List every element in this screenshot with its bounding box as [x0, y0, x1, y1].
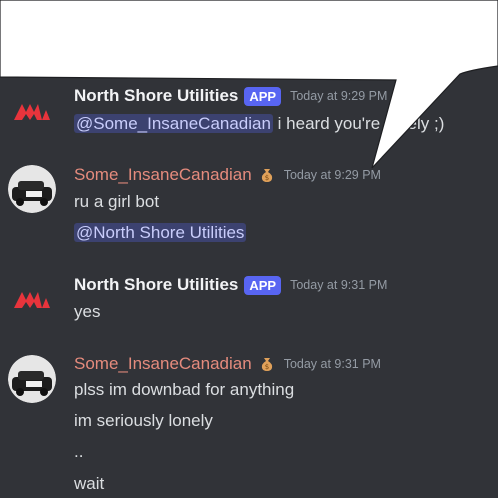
timestamp[interactable]: Today at 9:29 PM [290, 89, 387, 103]
message-text: yes [74, 302, 101, 321]
author-name[interactable]: North Shore Utilities [74, 275, 238, 295]
money-bag-icon: $ [259, 356, 275, 372]
user-car-avatar [8, 355, 56, 403]
bot-logo-icon [14, 292, 50, 308]
author-name[interactable]: Some_InsaneCanadian [74, 165, 252, 185]
user-mention[interactable]: @Some_InsaneCanadian [74, 114, 273, 133]
bot-avatar[interactable] [8, 276, 56, 324]
timestamp[interactable]: Today at 9:31 PM [290, 278, 387, 292]
money-bag-icon: $ [259, 167, 275, 183]
bot-mention[interactable]: @North Shore Utilities [74, 223, 247, 242]
message-text: i heard you're lonely ;) [272, 114, 445, 133]
user-avatar[interactable] [8, 165, 56, 213]
message-content: @Some_InsaneCanadian i heard you're lone… [74, 114, 444, 134]
timestamp[interactable]: Today at 9:31 PM [284, 357, 381, 371]
author-name[interactable]: North Shore Utilities [74, 86, 238, 106]
app-badge: APP [244, 275, 282, 295]
message-text: ru a girl bot [74, 192, 160, 211]
message-text: plss im downbad for anything [74, 380, 295, 399]
app-badge: APP [244, 86, 282, 106]
svg-text:$: $ [264, 174, 268, 182]
svg-text:$: $ [264, 363, 268, 371]
bot-logo-icon [14, 104, 50, 120]
author-name[interactable]: Some_InsaneCanadian [74, 354, 252, 374]
message-content: @North Shore Utilities [74, 223, 247, 243]
message-text: wait [74, 474, 105, 493]
message-text: im seriously lonely [74, 411, 213, 430]
bot-avatar[interactable] [8, 88, 56, 136]
user-car-avatar [8, 165, 56, 213]
message-text: .. [74, 442, 84, 461]
user-avatar[interactable] [8, 355, 56, 403]
chat-log: North Shore Utilities APP Today at 9:29 … [0, 0, 498, 498]
timestamp[interactable]: Today at 9:29 PM [284, 168, 381, 182]
